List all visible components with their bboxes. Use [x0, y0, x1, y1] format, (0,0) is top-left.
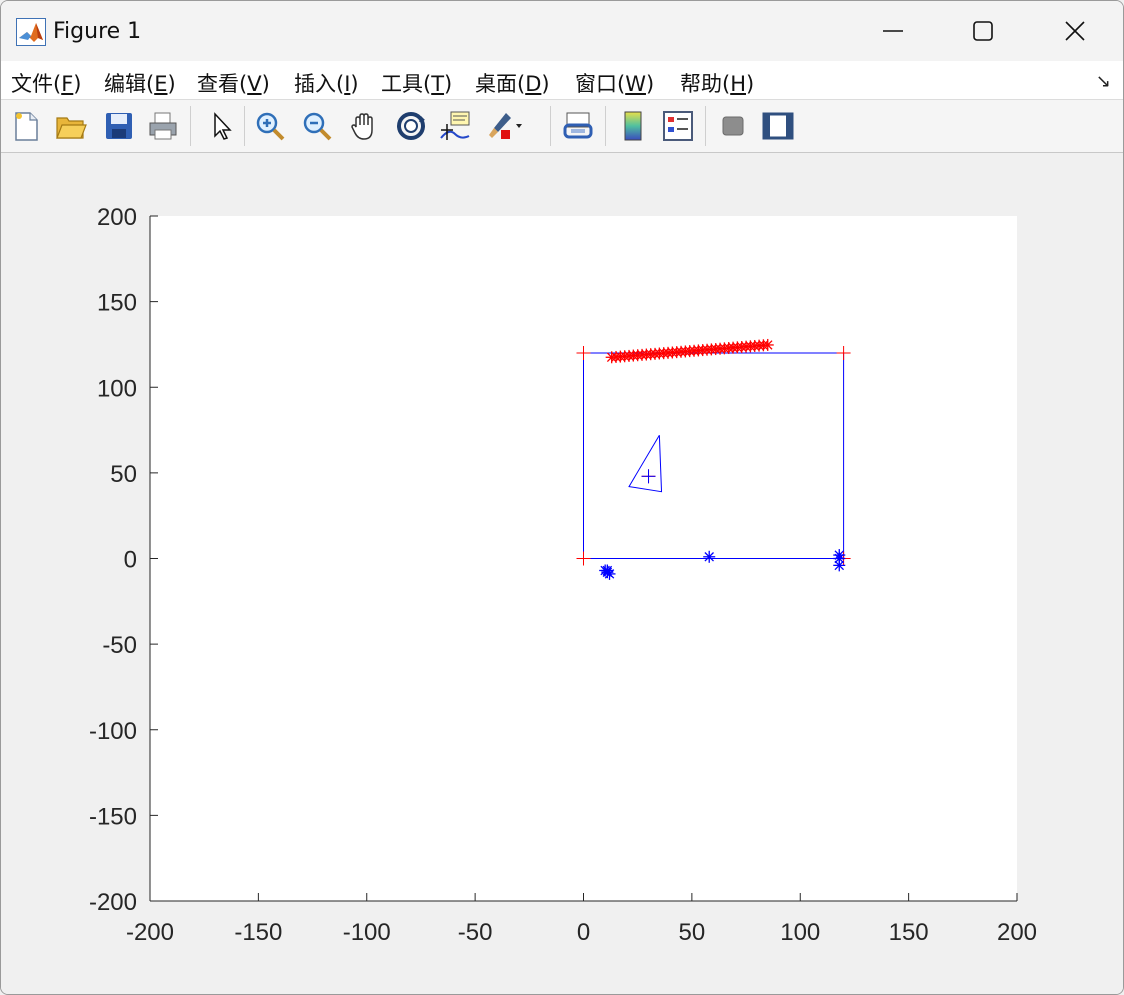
x-tick-label: -150 — [234, 919, 282, 946]
minimize-icon — [883, 30, 903, 32]
close-icon — [1065, 21, 1085, 41]
figure-toolbar — [1, 100, 1123, 153]
link-plot-button[interactable] — [560, 107, 596, 145]
rotate-3d-button[interactable] — [393, 107, 429, 145]
pan-hand-icon — [351, 113, 373, 140]
minimize-button[interactable] — [847, 1, 939, 61]
dock-arrow-icon[interactable]: ↘ — [1096, 71, 1111, 92]
show-plot-tools-button[interactable] — [760, 107, 796, 145]
menu-file[interactable]: 文件(F) — [11, 68, 82, 98]
menu-desktop[interactable]: 桌面(D) — [475, 68, 550, 98]
hide-plot-tools-button[interactable] — [715, 107, 751, 145]
data-point — [703, 550, 716, 563]
new-figure-button[interactable] — [8, 107, 44, 145]
menu-tools[interactable]: 工具(T) — [381, 68, 452, 98]
toolbar-separator — [244, 106, 245, 146]
x-tick-label: 150 — [889, 919, 929, 946]
legend-button[interactable] — [660, 107, 696, 145]
brush-button[interactable] — [486, 107, 522, 145]
data-cursor-icon — [440, 111, 470, 140]
x-tick-label: -200 — [126, 919, 174, 946]
save-icon — [106, 113, 132, 139]
menu-help[interactable]: 帮助(H) — [680, 68, 754, 98]
show-plot-tools-icon — [762, 112, 794, 140]
x-tick-label: 100 — [780, 919, 820, 946]
colorbar-button[interactable] — [615, 107, 651, 145]
link-plot-icon — [563, 112, 593, 139]
zoom-in-icon — [256, 112, 285, 141]
toolbar-separator — [605, 106, 606, 146]
y-tick-label: 100 — [97, 375, 137, 402]
maximize-button[interactable] — [937, 1, 1029, 61]
toolbar-separator — [705, 106, 706, 146]
y-tick-label: -100 — [89, 718, 137, 745]
brush-icon — [489, 113, 522, 139]
open-file-icon — [56, 117, 87, 139]
data-point — [601, 564, 614, 577]
y-tick-label: 200 — [97, 204, 137, 231]
pointer-icon — [214, 112, 232, 140]
y-tick-label: 150 — [97, 290, 137, 317]
toolbar-separator — [190, 106, 191, 146]
pan-button[interactable] — [346, 107, 382, 145]
menu-view[interactable]: 查看(V) — [197, 68, 270, 98]
menu-edit[interactable]: 编辑(E) — [104, 68, 176, 98]
data-point — [833, 559, 846, 572]
window-title: Figure 1 — [53, 19, 142, 44]
title-bar[interactable]: Figure 1 — [1, 1, 1123, 61]
zoom-out-icon — [303, 112, 332, 141]
x-tick-label: -50 — [458, 919, 493, 946]
y-tick-label: -150 — [89, 803, 137, 830]
x-tick-label: -100 — [343, 919, 391, 946]
new-figure-icon — [15, 112, 38, 141]
colorbar-icon — [624, 111, 642, 141]
legend-icon — [663, 111, 693, 141]
y-tick-label: 0 — [124, 547, 137, 574]
data-point — [603, 567, 616, 580]
print-icon — [149, 112, 177, 140]
save-button[interactable] — [101, 107, 137, 145]
x-tick-label: 50 — [679, 919, 706, 946]
y-tick-label: -200 — [89, 889, 137, 916]
rotate-3d-icon — [397, 112, 425, 140]
x-tick-label: 0 — [577, 919, 590, 946]
plot-axes[interactable]: -200 -150 -100 -50 0 50 100 150 200 200 150 100 50 0 -… — [1, 153, 1123, 994]
hide-plot-tools-icon — [722, 116, 744, 136]
y-tick-label: 50 — [110, 461, 137, 488]
maximize-icon — [973, 21, 993, 41]
zoom-out-button[interactable] — [299, 107, 335, 145]
figure-canvas[interactable]: -200 -150 -100 -50 0 50 100 150 200 200 150 100 50 0 -… — [1, 153, 1123, 994]
zoom-in-button[interactable] — [252, 107, 288, 145]
open-file-button[interactable] — [53, 107, 89, 145]
close-button[interactable] — [1029, 1, 1121, 61]
figure-window: Figure 1 文件(F) 编辑(E) 查看(V) 插入(I) 工具(T) 桌… — [0, 0, 1124, 995]
data-point — [761, 338, 774, 351]
print-button[interactable] — [145, 107, 181, 145]
menu-insert[interactable]: 插入(I) — [294, 68, 359, 98]
menu-bar: 文件(F) 编辑(E) 查看(V) 插入(I) 工具(T) 桌面(D) 窗口(W… — [1, 61, 1123, 100]
menu-window[interactable]: 窗口(W) — [575, 68, 654, 98]
x-tick-label: 200 — [997, 919, 1037, 946]
toolbar-separator — [550, 106, 551, 146]
matlab-logo-icon — [16, 18, 46, 46]
pointer-button[interactable] — [203, 107, 239, 145]
data-cursor-button[interactable] — [438, 107, 474, 145]
y-tick-label: -50 — [102, 632, 137, 659]
